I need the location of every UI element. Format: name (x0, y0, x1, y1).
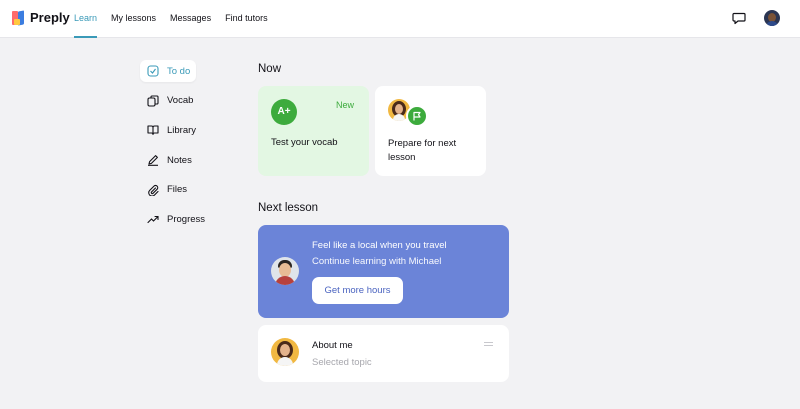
topic-card[interactable]: About me Selected topic (258, 325, 509, 382)
tutor-avatar (271, 257, 299, 285)
new-tag: New (336, 100, 355, 110)
trend-up-icon (147, 213, 159, 225)
topic-subtitle: Selected topic (312, 357, 372, 368)
nav-my-lessons[interactable]: My lessons (111, 0, 156, 38)
prepare-card[interactable]: Prepare for next lesson (375, 86, 486, 176)
sidebar-item-label: Vocab (167, 95, 194, 107)
prepare-card-title: Prepare for next lesson (388, 138, 457, 163)
vocab-badge-icon: A+ (271, 99, 297, 125)
now-title: Now (258, 63, 282, 75)
check-square-icon (147, 65, 159, 77)
sidebar-item-files[interactable]: Files (140, 179, 196, 201)
sidebar-item-label: Notes (167, 154, 192, 166)
sidebar-item-library[interactable]: Library (140, 119, 196, 141)
sidebar-item-label: Progress (167, 213, 206, 225)
topic-title: About me (312, 340, 353, 351)
sidebar-item-vocab[interactable]: Vocab (140, 90, 196, 112)
vocab-card-title: Test your vocab (271, 137, 338, 148)
logo-text: Preply (30, 10, 70, 25)
vocab-card[interactable]: A+ New Test your vocab (258, 86, 369, 176)
nav-messages[interactable]: Messages (170, 0, 211, 38)
preply-logo-icon (12, 9, 26, 26)
sidebar-item-label: Library (167, 124, 197, 136)
nav-learn[interactable]: Learn (74, 0, 98, 38)
top-bar: Preply Learn My lessons Messages Find tu… (0, 0, 800, 38)
get-more-hours-button[interactable]: Get more hours (312, 277, 403, 304)
book-icon (147, 124, 159, 136)
next-lesson-promo-card: Feel like a local when you travel Contin… (258, 225, 509, 318)
drag-handle-icon[interactable] (484, 342, 493, 347)
user-avatar[interactable] (764, 10, 780, 26)
nav-find-tutors[interactable]: Find tutors (225, 0, 268, 38)
paperclip-icon (147, 184, 159, 196)
sidebar: To do Vocab Library Notes Files Progress (140, 60, 250, 238)
promo-title: Feel like a local when you travel (312, 240, 447, 251)
flag-icon (406, 105, 428, 127)
sidebar-item-notes[interactable]: Notes (140, 149, 196, 171)
next-lesson-title: Next lesson (258, 202, 319, 214)
sidebar-item-label: To do (167, 65, 191, 77)
cards-icon (147, 95, 159, 107)
tutor-avatar (271, 338, 299, 366)
sidebar-item-label: Files (167, 184, 188, 196)
preply-logo[interactable]: Preply (12, 9, 70, 26)
main-nav: Learn My lessons Messages Find tutors (74, 0, 282, 38)
sidebar-item-to-do[interactable]: To do (140, 60, 196, 82)
sidebar-item-progress[interactable]: Progress (140, 208, 205, 230)
chat-bubble-icon[interactable] (732, 11, 746, 25)
promo-subtitle: Continue learning with Michael (312, 256, 442, 267)
pen-icon (147, 154, 159, 166)
